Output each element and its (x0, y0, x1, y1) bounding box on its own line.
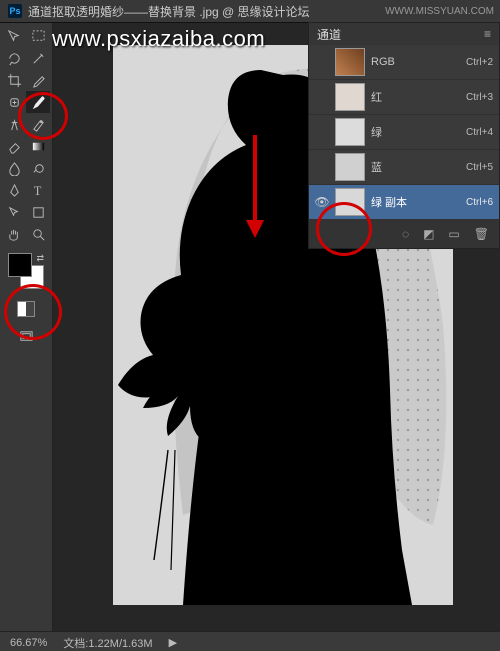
eraser-tool[interactable] (2, 135, 26, 157)
foreground-color[interactable] (8, 253, 32, 277)
channel-row-green-copy[interactable]: 👁 绿 副本 Ctrl+6 (309, 185, 499, 220)
gradient-tool[interactable] (26, 135, 50, 157)
path-select-tool[interactable] (2, 201, 26, 223)
channel-label: 红 (371, 89, 460, 105)
move-tool[interactable] (2, 25, 26, 47)
visibility-toggle-icon[interactable]: 👁 (315, 195, 329, 209)
channel-shortcut: Ctrl+3 (466, 92, 493, 103)
channel-label: 蓝 (371, 159, 460, 175)
tools-panel: T ⇄ (0, 23, 53, 631)
channel-row-red[interactable]: 红 Ctrl+3 (309, 80, 499, 115)
visibility-toggle-icon[interactable] (315, 90, 329, 104)
panel-menu-icon[interactable]: ≡ (484, 27, 491, 41)
channel-shortcut: Ctrl+5 (466, 162, 493, 173)
channel-thumb (335, 48, 365, 76)
hand-tool[interactable] (2, 223, 26, 245)
blur-tool[interactable] (2, 157, 26, 179)
visibility-toggle-icon[interactable] (315, 160, 329, 174)
marquee-tool[interactable] (26, 25, 50, 47)
clone-tool[interactable] (2, 113, 26, 135)
visibility-toggle-icon[interactable] (315, 55, 329, 69)
channels-footer: ◌ ◩ ▭ 🗑 (309, 220, 499, 248)
channel-thumb (335, 83, 365, 111)
save-mask-icon[interactable]: ◩ (423, 227, 434, 241)
channel-label: RGB (371, 56, 460, 68)
heal-tool[interactable] (2, 91, 26, 113)
history-brush-tool[interactable] (26, 113, 50, 135)
svg-text:T: T (33, 184, 41, 198)
eyedropper-tool[interactable] (26, 69, 50, 91)
load-selection-icon[interactable]: ◌ (402, 227, 409, 241)
new-channel-icon[interactable]: ▭ (448, 227, 459, 241)
channel-shortcut: Ctrl+6 (466, 197, 493, 208)
color-swatches[interactable]: ⇄ (8, 253, 44, 289)
window-title: 通道抠取透明婚纱——替换背景 .jpg @ 思缘设计论坛 (28, 3, 310, 20)
document-info: 文档:1.22M/1.63M (63, 635, 152, 651)
corner-watermark: WWW.MISSYUAN.COM (385, 6, 494, 17)
channel-row-blue[interactable]: 蓝 Ctrl+5 (309, 150, 499, 185)
screen-mode-toggle[interactable] (14, 325, 38, 347)
swap-colors-icon[interactable]: ⇄ (36, 253, 44, 264)
wand-tool[interactable] (26, 47, 50, 69)
zoom-level[interactable]: 66.67% (10, 637, 47, 649)
lasso-tool[interactable] (2, 47, 26, 69)
channel-thumb (335, 188, 365, 216)
channel-thumb (335, 153, 365, 181)
visibility-toggle-icon[interactable] (315, 125, 329, 139)
status-bar: 66.67% 文档:1.22M/1.63M ▶ (0, 631, 500, 651)
channel-shortcut: Ctrl+2 (466, 57, 493, 68)
channel-shortcut: Ctrl+4 (466, 127, 493, 138)
channel-label: 绿 (371, 124, 460, 140)
brush-tool[interactable] (26, 91, 50, 113)
crop-tool[interactable] (2, 69, 26, 91)
status-caret-icon[interactable]: ▶ (169, 636, 177, 649)
channel-row-rgb[interactable]: RGB Ctrl+2 (309, 45, 499, 80)
channel-thumb (335, 118, 365, 146)
dodge-tool[interactable] (26, 157, 50, 179)
quickmask-toggle[interactable] (17, 301, 35, 317)
pen-tool[interactable] (2, 179, 26, 201)
watermark-url: www.psxiazaiba.com (52, 26, 265, 52)
type-tool[interactable]: T (26, 179, 50, 201)
zoom-tool[interactable] (26, 223, 50, 245)
channels-panel: 通道 ≡ RGB Ctrl+2 红 Ctrl+3 绿 Ctrl+4 蓝 Ctrl+5 👁 绿 副本… (308, 22, 500, 249)
app-icon: Ps (8, 4, 22, 18)
shape-tool[interactable] (26, 201, 50, 223)
channel-label: 绿 副本 (371, 194, 460, 210)
channels-tab[interactable]: 通道 (317, 26, 341, 43)
channel-row-green[interactable]: 绿 Ctrl+4 (309, 115, 499, 150)
delete-channel-icon[interactable]: 🗑 (474, 227, 489, 241)
